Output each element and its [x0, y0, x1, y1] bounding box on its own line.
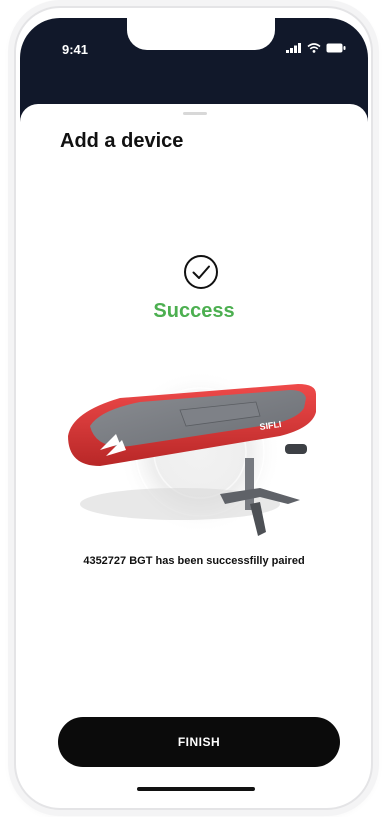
notch [127, 18, 275, 50]
page-title: Add a device [60, 130, 184, 152]
success-label: Success [153, 300, 235, 322]
phone-screen: 9:41 Add a device Success SIFLI 4352727 … [20, 18, 368, 800]
status-icons [286, 43, 346, 53]
sheet-grabber[interactable] [183, 112, 207, 115]
bottom-sheet: Add a device Success SIFLI 4352727 BGT h… [20, 104, 368, 800]
wifi-icon [307, 43, 321, 53]
paired-message: 4352727 BGT has been successfilly paired [83, 555, 305, 567]
home-indicator[interactable] [137, 787, 255, 791]
finish-button[interactable]: FINISH [58, 717, 340, 767]
signal-icon [286, 43, 301, 53]
efoil-board-image: SIFLI [68, 370, 316, 536]
check-circle-icon [184, 255, 218, 289]
battery-icon [326, 43, 346, 53]
status-time: 9:41 [62, 42, 89, 57]
